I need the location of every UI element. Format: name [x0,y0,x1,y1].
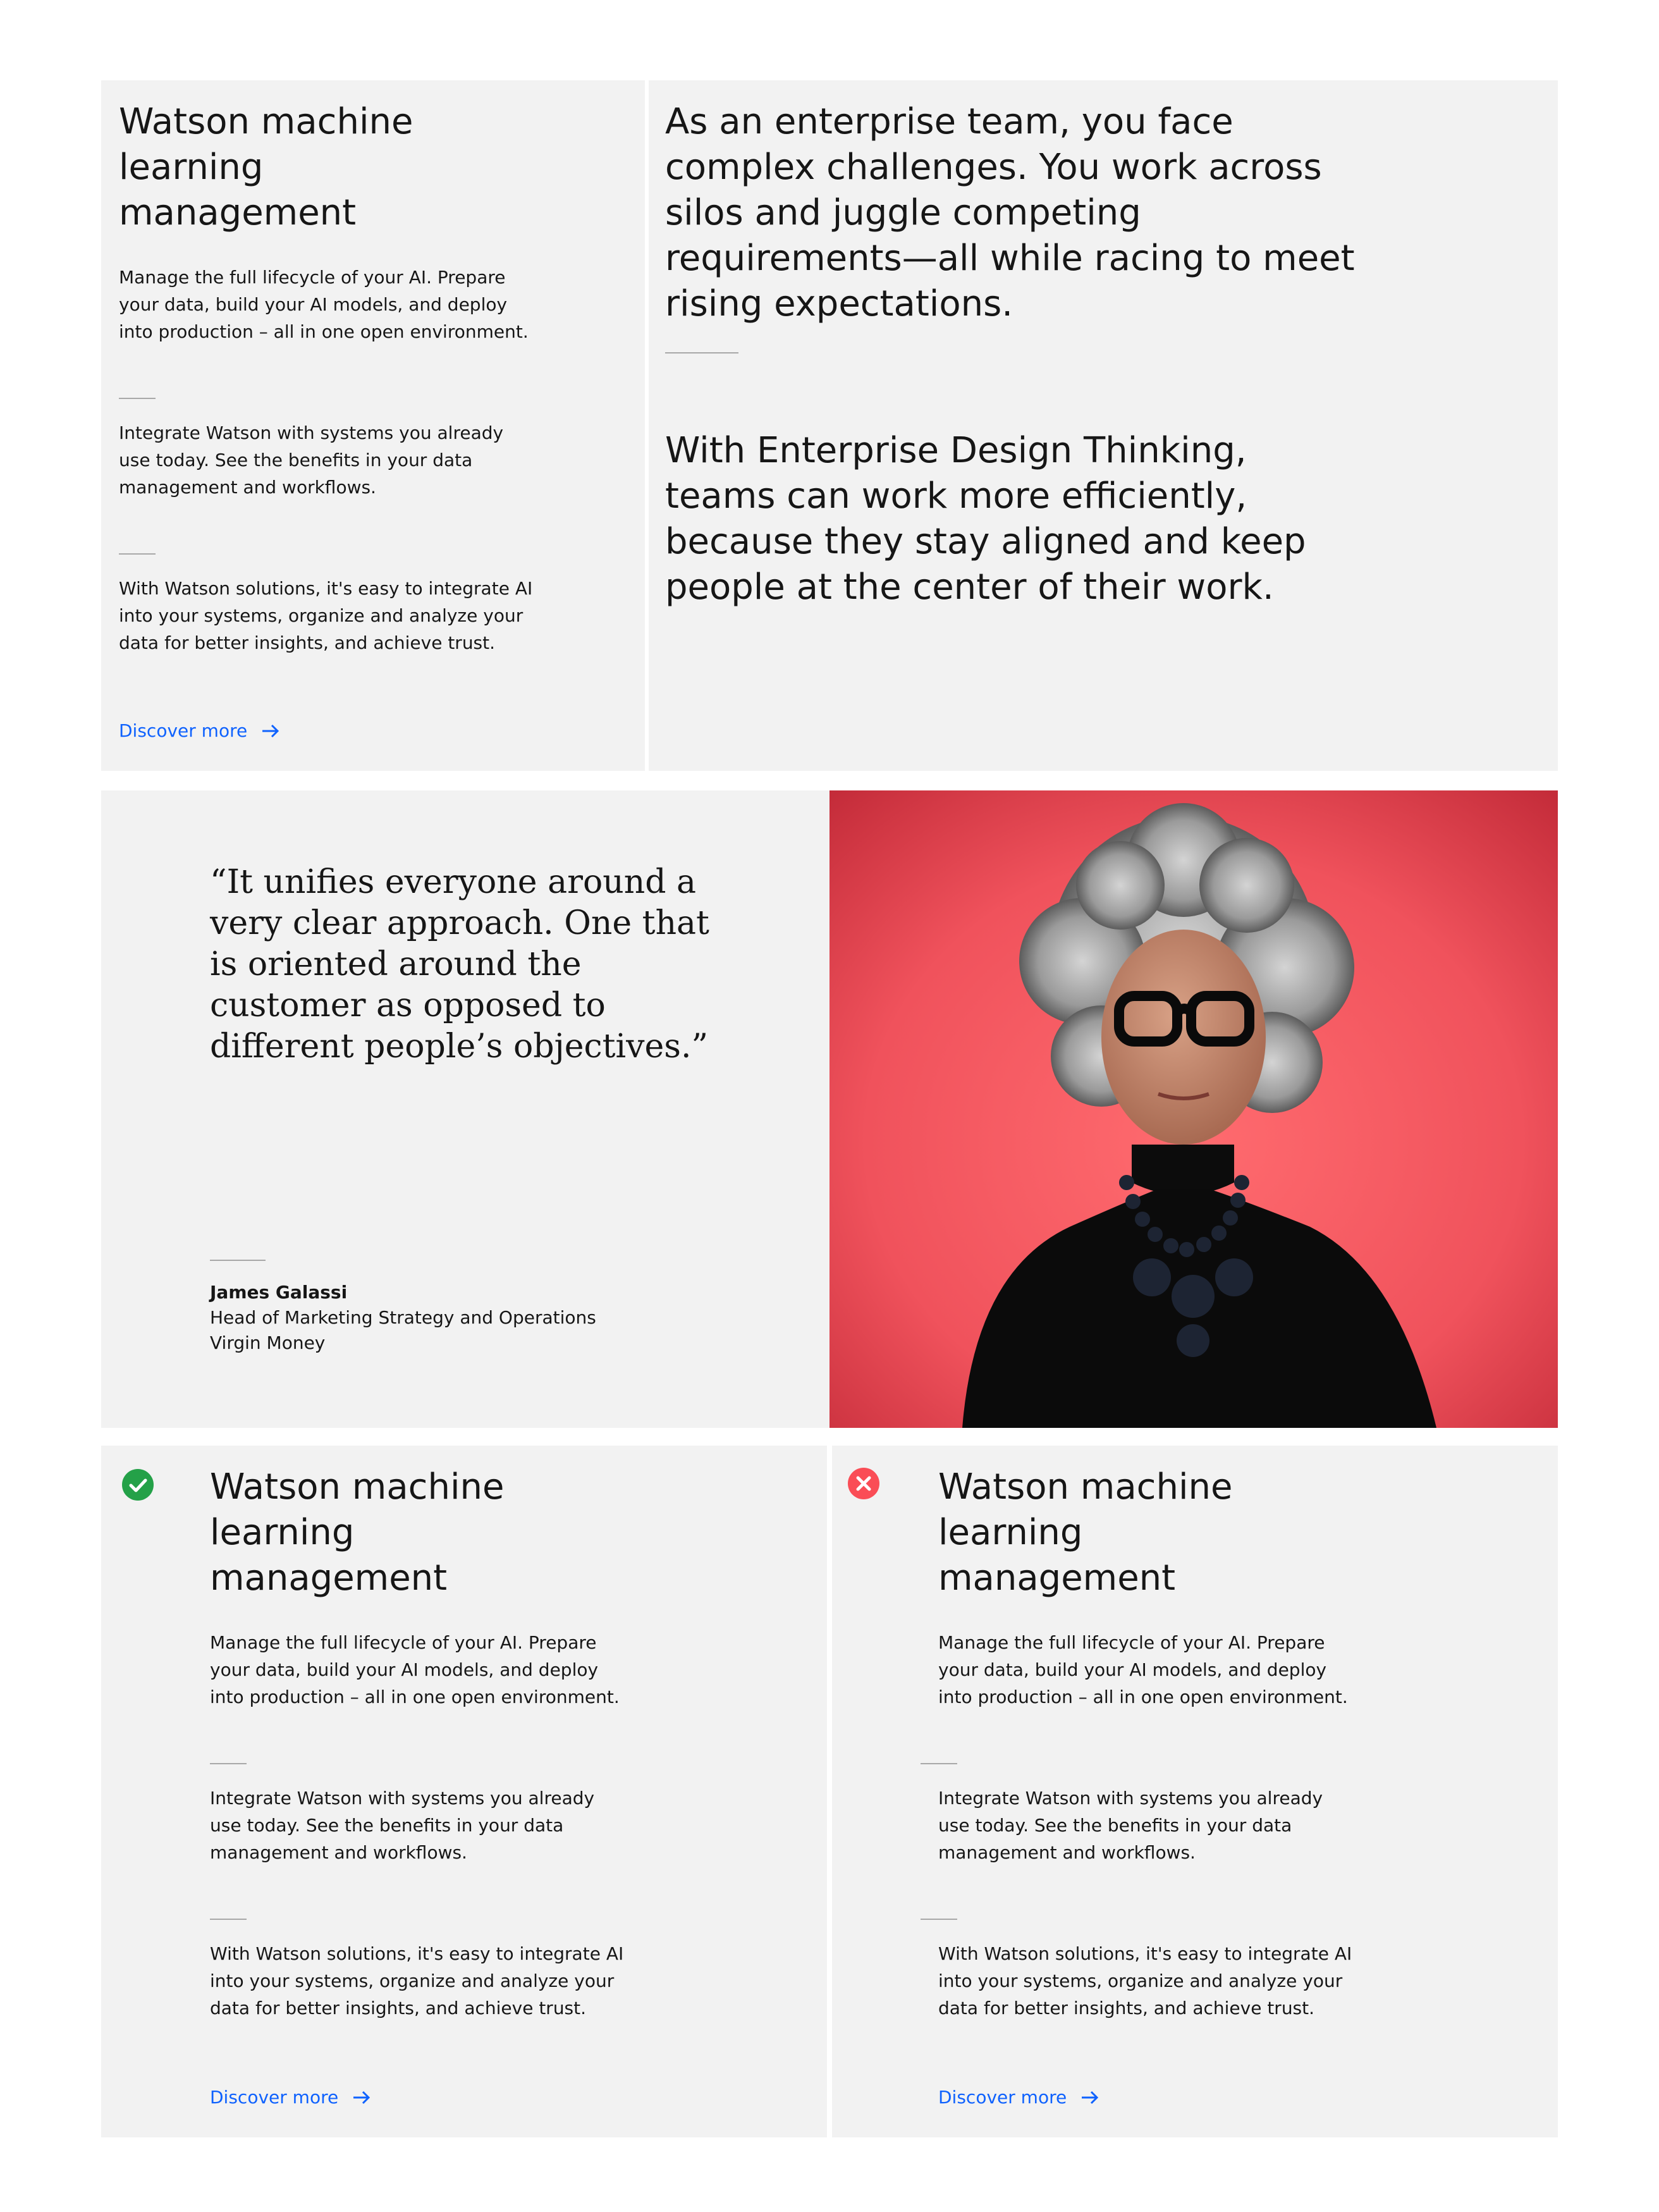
check-circle-icon [121,1468,154,1501]
card-paragraph: Integrate Watson with systems you alread… [210,1788,595,1863]
dont-example-card: Watson machine learning management Manag… [832,1446,1558,2137]
card-title: Watson machine learning management [119,101,413,233]
testimonial-quote: “It unifies everyone around a very clear… [210,863,709,1066]
do-example-card: Watson machine learning management Manag… [101,1446,827,2137]
person-role: Head of Marketing Strategy and Operation… [210,1307,596,1328]
arrow-right-icon [261,723,280,739]
attribution: James Galassi Head of Marketing Strategy… [210,1280,652,1356]
card-title: Watson machine learning management [210,1466,505,1599]
card-paragraph: With Watson solutions, it's easy to inte… [210,1943,624,2018]
card-paragraph: Manage the full lifecycle of your AI. Pr… [938,1632,1348,1707]
divider [119,398,156,399]
link-label: Discover more [938,2087,1067,2108]
card-paragraph: Manage the full lifecycle of your AI. Pr… [119,267,529,342]
discover-more-link[interactable]: Discover more [938,2087,1099,2108]
card-paragraph: Integrate Watson with systems you alread… [938,1788,1323,1863]
top-left-card: Watson machine learning management Manag… [101,80,645,771]
link-label: Discover more [210,2087,339,2108]
person-name: James Galassi [210,1282,348,1303]
statement-primary: As an enterprise team, you face complex … [665,101,1355,324]
card-paragraph: With Watson solutions, it's easy to inte… [938,1943,1352,2018]
card-paragraph: With Watson solutions, it's easy to inte… [119,578,533,653]
divider [210,1763,247,1764]
discover-more-link[interactable]: Discover more [119,720,280,741]
divider [210,1260,266,1261]
top-right-card: As an enterprise team, you face complex … [649,80,1558,771]
discover-more-link[interactable]: Discover more [210,2087,371,2108]
person-company: Virgin Money [210,1332,326,1353]
link-label: Discover more [119,720,248,741]
statement-secondary: With Enterprise Design Thinking, teams c… [665,430,1306,608]
arrow-right-icon [352,2090,371,2105]
card-paragraph: Manage the full lifecycle of your AI. Pr… [210,1632,620,1707]
arrow-right-icon [1080,2090,1099,2105]
divider [119,553,156,555]
divider [921,1763,957,1764]
testimonial-panel: “It unifies everyone around a very clear… [101,790,830,1428]
divider [665,352,738,353]
card-paragraph: Integrate Watson with systems you alread… [119,422,504,498]
error-circle-icon [847,1467,880,1500]
portrait-photo [830,790,1558,1428]
card-title: Watson machine learning management [938,1466,1233,1599]
divider [921,1919,957,1920]
divider [210,1919,247,1920]
